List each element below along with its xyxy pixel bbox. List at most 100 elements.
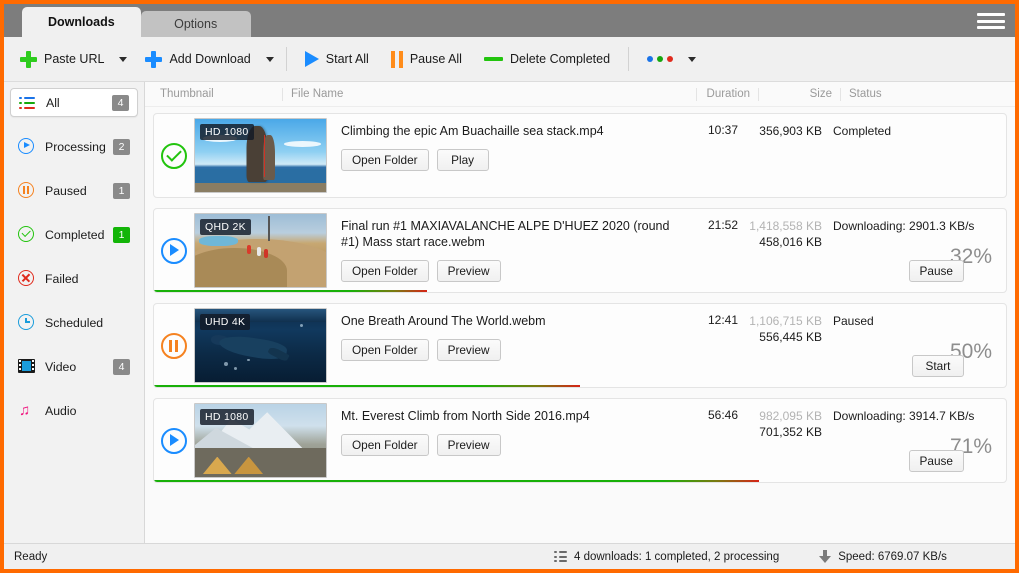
row-info: Final run #1 MAXIAVALANCHE ALPE D'HUEZ 2… bbox=[327, 209, 676, 282]
row-state bbox=[154, 209, 194, 292]
file-name: Final run #1 MAXIAVALANCHE ALPE D'HUEZ 2… bbox=[341, 219, 670, 249]
column-header-size[interactable]: Size bbox=[758, 87, 840, 101]
size-downloaded: 701,352 KB bbox=[759, 425, 822, 439]
duration: 12:41 bbox=[707, 313, 738, 327]
plus-icon bbox=[20, 50, 37, 68]
sidebar-item-video[interactable]: Video 4 bbox=[10, 352, 138, 381]
sidebar-item-scheduled[interactable]: Scheduled bbox=[10, 308, 138, 337]
tab-options[interactable]: Options bbox=[140, 11, 251, 37]
status-bar: Ready 4 downloads: 1 completed, 2 proces… bbox=[4, 543, 1015, 569]
open-folder-button[interactable]: Open Folder bbox=[341, 149, 429, 171]
open-folder-button[interactable]: Open Folder bbox=[341, 339, 429, 361]
pause-button[interactable]: Pause bbox=[908, 450, 964, 472]
status-text: Paused bbox=[833, 314, 874, 328]
start-button[interactable]: Start bbox=[912, 355, 964, 377]
delete-completed-button[interactable]: Delete Completed bbox=[478, 43, 616, 75]
column-header-duration[interactable]: Duration bbox=[696, 87, 758, 101]
file-name: One Breath Around The World.webm bbox=[341, 314, 546, 328]
three-colored-dots-icon bbox=[647, 56, 674, 62]
start-all-button[interactable]: Start All bbox=[299, 43, 375, 75]
pause-button[interactable]: Pause bbox=[908, 260, 964, 282]
download-rows: HD 1080 Climbing the epic Am Buachaille … bbox=[145, 107, 1015, 543]
duration: 56:46 bbox=[707, 408, 738, 422]
check-circle-icon bbox=[18, 225, 36, 244]
delete-completed-label: Delete Completed bbox=[509, 52, 611, 66]
tab-downloads-label: Downloads bbox=[48, 15, 115, 29]
add-download-dropdown-icon[interactable] bbox=[265, 56, 274, 62]
pause-all-button[interactable]: Pause All bbox=[385, 43, 468, 75]
main-body: All 4 Processing 2 Paused 1 Completed 1 … bbox=[4, 82, 1015, 543]
more-options-dropdown-icon[interactable] bbox=[688, 56, 697, 62]
preview-button[interactable]: Preview bbox=[436, 339, 501, 361]
sidebar-item-processing[interactable]: Processing 2 bbox=[10, 132, 138, 161]
play-circle-icon bbox=[18, 137, 36, 156]
thumbnail[interactable]: HD 1080 bbox=[194, 403, 327, 478]
table-row[interactable]: UHD 4K One Breath Around The World.webm … bbox=[153, 303, 1007, 388]
status-text: Downloading: 3914.7 KB/s bbox=[833, 409, 975, 423]
sidebar-item-completed[interactable]: Completed 1 bbox=[10, 220, 138, 249]
sidebar-item-failed[interactable]: Failed bbox=[10, 264, 138, 293]
hamburger-menu-icon[interactable] bbox=[977, 10, 1005, 32]
toolbar: Paste URL Add Download Start All Pause A… bbox=[4, 37, 1015, 82]
thumbnail[interactable]: UHD 4K bbox=[194, 308, 327, 383]
add-download-button[interactable]: Add Download bbox=[139, 43, 256, 75]
sidebar-item-all[interactable]: All 4 bbox=[10, 88, 138, 117]
download-arrow-icon bbox=[819, 550, 832, 563]
row-meta: 56:46 982,095 KB 701,352 KB Downloading:… bbox=[676, 399, 1006, 482]
toolbar-divider bbox=[628, 47, 630, 71]
sidebar-item-label: Failed bbox=[45, 271, 79, 286]
sidebar-badge: 1 bbox=[113, 182, 130, 199]
column-header-status[interactable]: Status bbox=[840, 87, 1015, 101]
more-options-button[interactable] bbox=[641, 43, 679, 75]
table-row[interactable]: QHD 2K Final run #1 MAXIAVALANCHE ALPE D… bbox=[153, 208, 1007, 293]
status-text: Completed bbox=[833, 124, 892, 138]
open-folder-button[interactable]: Open Folder bbox=[341, 260, 429, 282]
quality-badge: UHD 4K bbox=[200, 314, 251, 330]
row-info: Mt. Everest Climb from North Side 2016.m… bbox=[327, 399, 676, 456]
table-row[interactable]: HD 1080 Climbing the epic Am Buachaille … bbox=[153, 113, 1007, 198]
size-total: 1,106,715 KB bbox=[749, 314, 822, 328]
sidebar-badge: 1 bbox=[113, 226, 130, 243]
duration: 21:52 bbox=[707, 218, 738, 232]
preview-button[interactable]: Preview bbox=[436, 434, 501, 456]
play-circle-icon bbox=[161, 427, 187, 454]
progress-bar bbox=[154, 479, 1006, 482]
file-name: Mt. Everest Climb from North Side 2016.m… bbox=[341, 409, 590, 423]
paste-url-button[interactable]: Paste URL bbox=[14, 43, 110, 75]
pause-icon bbox=[390, 50, 403, 68]
preview-button[interactable]: Preview bbox=[436, 260, 501, 282]
plus-icon bbox=[145, 50, 163, 68]
row-actions: Open Folder Preview bbox=[341, 339, 676, 361]
paste-url-label: Paste URL bbox=[44, 52, 105, 66]
sidebar: All 4 Processing 2 Paused 1 Completed 1 … bbox=[4, 82, 145, 543]
row-meta: 21:52 1,418,558 KB 458,016 KB Downloadin… bbox=[676, 209, 1006, 292]
sidebar-badge: 2 bbox=[113, 138, 130, 155]
row-meta: 12:41 1,106,715 KB 556,445 KB Paused 50%… bbox=[676, 304, 1006, 387]
row-actions: Open Folder Preview bbox=[341, 434, 676, 456]
open-folder-button[interactable]: Open Folder bbox=[341, 434, 429, 456]
column-header-file-name[interactable]: File Name bbox=[282, 87, 696, 101]
table-row[interactable]: HD 1080 Mt. Everest Climb from North Sid… bbox=[153, 398, 1007, 483]
column-header-thumbnail[interactable]: Thumbnail bbox=[152, 88, 282, 101]
hamburger-line bbox=[977, 26, 1005, 29]
tab-downloads[interactable]: Downloads bbox=[22, 7, 141, 37]
quality-badge: HD 1080 bbox=[200, 409, 254, 425]
row-info: Climbing the epic Am Buachaille sea stac… bbox=[327, 114, 676, 171]
thumbnail[interactable]: QHD 2K bbox=[194, 213, 327, 288]
tab-strip: Downloads Options bbox=[4, 4, 1015, 37]
music-note-icon: ♫ bbox=[19, 401, 31, 419]
progress-bar-fill bbox=[154, 384, 580, 387]
paste-url-dropdown-icon[interactable] bbox=[119, 56, 128, 62]
sidebar-item-label: Completed bbox=[45, 227, 105, 242]
list-icon bbox=[554, 551, 567, 562]
sidebar-item-audio[interactable]: ♫ Audio bbox=[10, 396, 138, 425]
row-info: One Breath Around The World.webm Open Fo… bbox=[327, 304, 676, 361]
check-circle-icon bbox=[161, 142, 187, 169]
play-button[interactable]: Play bbox=[436, 149, 489, 171]
tab-options-label: Options bbox=[174, 17, 218, 31]
file-name: Climbing the epic Am Buachaille sea stac… bbox=[341, 124, 604, 138]
sidebar-item-paused[interactable]: Paused 1 bbox=[10, 176, 138, 205]
size-total: 1,418,558 KB bbox=[749, 219, 822, 233]
row-state bbox=[154, 399, 194, 482]
thumbnail[interactable]: HD 1080 bbox=[194, 118, 327, 193]
